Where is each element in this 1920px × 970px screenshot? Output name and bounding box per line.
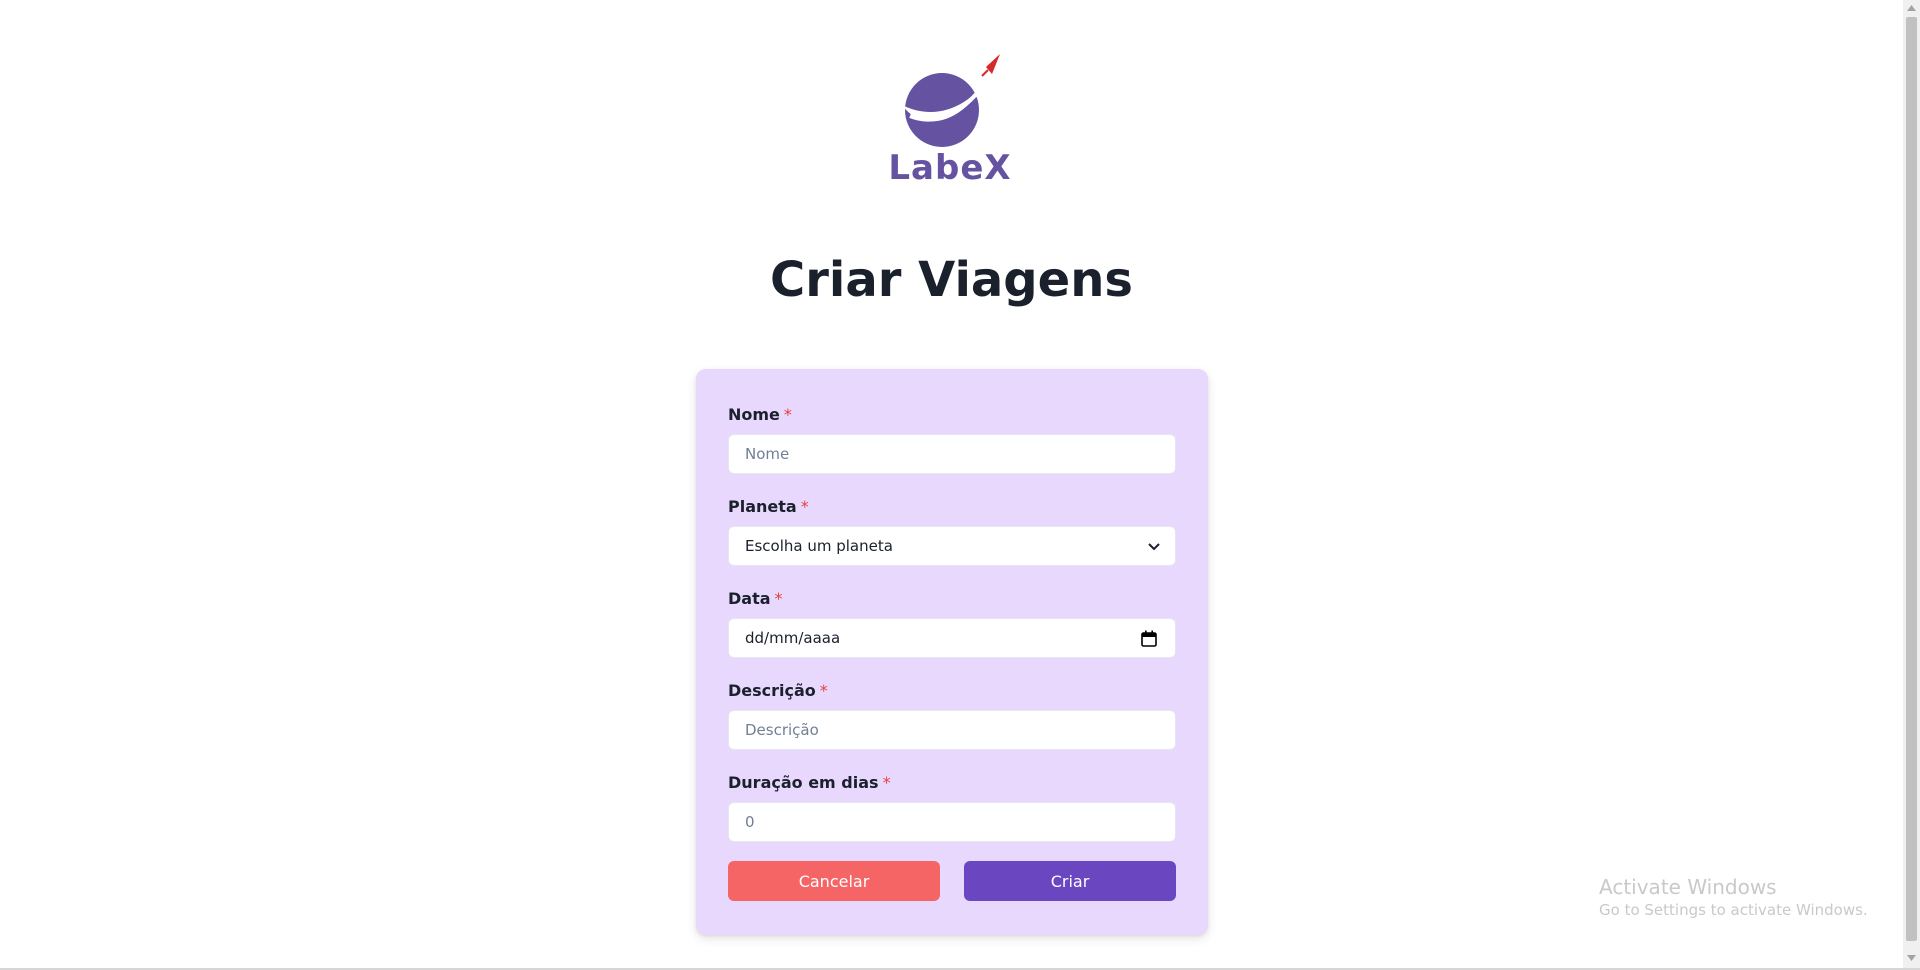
required-mark: * — [774, 589, 783, 608]
page: LabeX Criar Viagens Nome * Nome Planeta * … — [0, 0, 1920, 970]
description-input[interactable]: Descrição — [728, 710, 1176, 750]
create-button[interactable]: Criar — [964, 861, 1176, 901]
name-placeholder: Nome — [745, 445, 790, 463]
scroll-down-arrow-icon[interactable] — [1907, 955, 1916, 961]
labex-logo: LabeX — [880, 50, 1020, 190]
vertical-scrollbar[interactable] — [1903, 0, 1920, 968]
activation-watermark-title: Activate Windows — [1599, 875, 1777, 899]
name-label: Nome * — [728, 405, 792, 424]
required-mark: * — [783, 405, 792, 424]
planet-label: Planeta * — [728, 497, 809, 516]
scrollbar-thumb[interactable] — [1906, 17, 1917, 941]
page-title: Criar Viagens — [770, 252, 1133, 308]
duration-placeholder: 0 — [745, 813, 755, 831]
calendar-icon[interactable] — [1141, 630, 1157, 647]
duration-label: Duração em dias * — [728, 773, 891, 792]
name-input[interactable]: Nome — [728, 434, 1176, 474]
activation-watermark-subtitle: Go to Settings to activate Windows. — [1599, 901, 1868, 919]
required-mark: * — [800, 497, 809, 516]
description-label: Descrição * — [728, 681, 828, 700]
planet-rocket-logo-icon — [902, 54, 1000, 147]
date-label: Data * — [728, 589, 783, 608]
description-placeholder: Descrição — [745, 721, 819, 739]
planet-selected-value: Escolha um planeta — [745, 537, 893, 555]
create-trip-form: Nome * Nome Planeta * Escolha um planeta D… — [696, 369, 1208, 935]
main-content: LabeX Criar Viagens Nome * Nome Planeta * … — [0, 0, 1903, 968]
logo-text: LabeX — [888, 148, 1012, 188]
date-input[interactable]: dd/mm/aaaa — [728, 618, 1176, 658]
cancel-button[interactable]: Cancelar — [728, 861, 940, 901]
required-mark: * — [882, 773, 891, 792]
duration-input[interactable]: 0 — [728, 802, 1176, 842]
scroll-up-arrow-icon[interactable] — [1907, 5, 1916, 11]
chevron-down-icon — [1148, 543, 1160, 551]
date-value: dd/mm/aaaa — [745, 629, 841, 647]
required-mark: * — [819, 681, 828, 700]
planet-select[interactable]: Escolha um planeta — [728, 526, 1176, 566]
